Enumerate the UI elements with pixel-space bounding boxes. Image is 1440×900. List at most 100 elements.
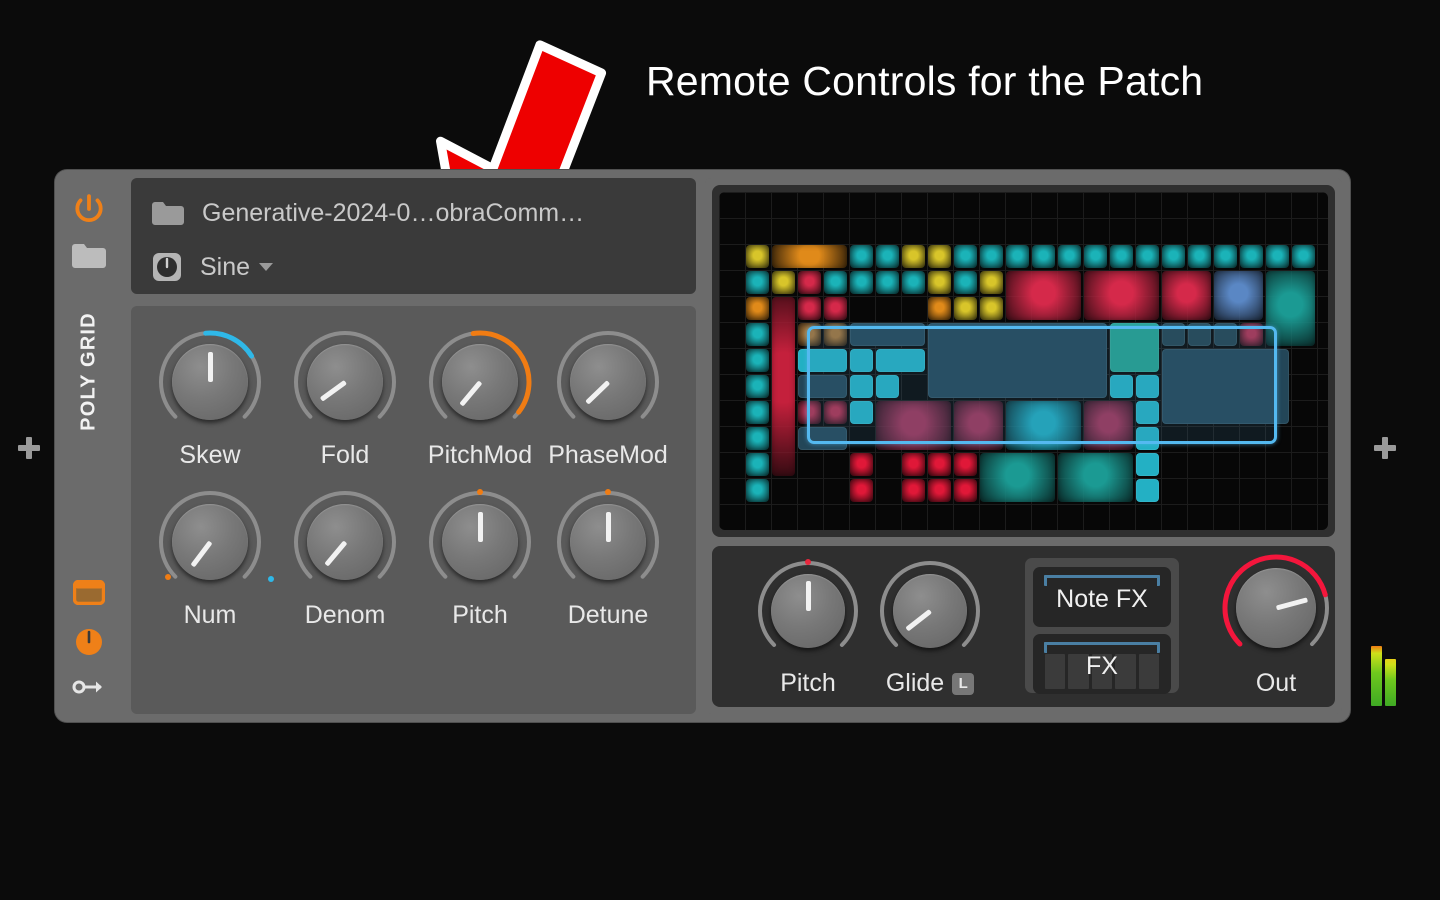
fold-label: Fold xyxy=(320,441,370,469)
detune-knob[interactable] xyxy=(556,489,660,594)
grid-module[interactable] xyxy=(902,245,925,268)
folder-icon[interactable] xyxy=(71,242,107,270)
grid-module[interactable] xyxy=(746,349,769,372)
window-icon[interactable] xyxy=(72,580,105,605)
grid-module[interactable] xyxy=(772,297,795,476)
grid-module[interactable] xyxy=(746,427,769,450)
grid-module[interactable] xyxy=(980,271,1003,294)
grid-module[interactable] xyxy=(902,479,925,502)
add-left-button[interactable] xyxy=(18,437,40,459)
grid-module[interactable] xyxy=(850,479,873,502)
grid-module[interactable] xyxy=(1032,245,1055,268)
grid-module[interactable] xyxy=(1292,245,1315,268)
device-sidebar: POLY GRID xyxy=(55,170,122,722)
fold-control: Fold xyxy=(278,330,412,470)
out-knob[interactable] xyxy=(1222,554,1330,662)
glide-mode-badge[interactable]: L xyxy=(952,673,975,695)
grid-module[interactable] xyxy=(928,245,951,268)
skew-knob[interactable] xyxy=(158,330,262,434)
grid-module[interactable] xyxy=(1136,479,1159,502)
route-icon[interactable] xyxy=(72,678,106,696)
grid-module[interactable] xyxy=(772,245,847,268)
grid-module[interactable] xyxy=(824,271,847,294)
grid-module[interactable] xyxy=(1058,245,1081,268)
grid-module[interactable] xyxy=(746,271,769,294)
grid-module[interactable] xyxy=(746,401,769,424)
grid-module[interactable] xyxy=(746,375,769,398)
grid-module[interactable] xyxy=(928,271,951,294)
note-fx-label: Note FX xyxy=(1056,585,1148,613)
note-fx-button[interactable]: Note FX xyxy=(1033,567,1171,627)
grid-module[interactable] xyxy=(980,453,1055,502)
clock-icon[interactable] xyxy=(75,628,103,656)
grid-module[interactable] xyxy=(1058,453,1133,502)
grid-module[interactable] xyxy=(1240,245,1263,268)
grid-module[interactable] xyxy=(928,453,951,476)
denom-label: Denom xyxy=(304,601,386,629)
grid-module[interactable] xyxy=(954,453,977,476)
phasemod-knob[interactable] xyxy=(556,330,660,434)
grid-module[interactable] xyxy=(1188,245,1211,268)
grid-module[interactable] xyxy=(980,245,1003,268)
fx-group: Note FX FX xyxy=(1025,558,1179,694)
grid-module[interactable] xyxy=(954,271,977,294)
grid-module[interactable] xyxy=(1006,271,1081,320)
grid-module[interactable] xyxy=(1006,245,1029,268)
knob-grid: Skew Fold PitchMod PhaseMod Num Denom Pitch Det… xyxy=(131,306,696,714)
knob-pointer xyxy=(805,581,811,611)
oscillator-row[interactable]: Sine xyxy=(151,251,274,283)
grid-module[interactable] xyxy=(798,271,821,294)
module-grid[interactable] xyxy=(719,192,1328,530)
power-icon[interactable] xyxy=(72,193,106,227)
grid-module[interactable] xyxy=(928,479,951,502)
knob-indicator-dot xyxy=(605,489,611,495)
grid-module[interactable] xyxy=(746,245,769,268)
pitch-knob[interactable] xyxy=(428,489,532,594)
grid-module[interactable] xyxy=(1084,271,1159,320)
screenshot-root: Remote Controls for the Patch POLY GRID xyxy=(0,0,1440,900)
grid-module[interactable] xyxy=(746,453,769,476)
grid-module[interactable] xyxy=(746,323,769,346)
fold-knob[interactable] xyxy=(293,330,397,434)
patch-panel: Pitch Glide L Note FX FX Out xyxy=(705,178,1342,714)
grid-module[interactable] xyxy=(902,453,925,476)
grid-module[interactable] xyxy=(954,297,977,320)
grid-module[interactable] xyxy=(746,479,769,502)
folder-icon xyxy=(152,201,184,225)
grid-module[interactable] xyxy=(928,297,951,320)
grid-module[interactable] xyxy=(1136,453,1159,476)
patch-name-row[interactable]: Generative-2024-0…obraComm… xyxy=(151,199,584,228)
denom-knob[interactable] xyxy=(293,490,397,594)
grid-module[interactable] xyxy=(902,271,925,294)
grid-module[interactable] xyxy=(824,297,847,320)
pitch-knob[interactable] xyxy=(757,559,859,662)
grid-module[interactable] xyxy=(850,245,873,268)
grid-module[interactable] xyxy=(1214,271,1263,320)
grid-module[interactable] xyxy=(1162,245,1185,268)
grid-module[interactable] xyxy=(746,297,769,320)
pitchmod-knob[interactable] xyxy=(428,330,532,434)
selection-rectangle[interactable] xyxy=(807,326,1277,444)
grid-module[interactable] xyxy=(772,271,795,294)
grid-module[interactable] xyxy=(954,479,977,502)
fx-button[interactable]: FX xyxy=(1033,634,1171,694)
grid-module[interactable] xyxy=(850,453,873,476)
grid-module[interactable] xyxy=(980,297,1003,320)
add-right-button[interactable] xyxy=(1374,437,1396,459)
grid-module[interactable] xyxy=(876,245,899,268)
grid-module[interactable] xyxy=(1266,245,1289,268)
phasemod-control: PhaseMod xyxy=(541,330,675,470)
grid-module[interactable] xyxy=(1110,245,1133,268)
num-knob[interactable] xyxy=(158,490,274,594)
grid-module[interactable] xyxy=(1162,271,1211,320)
detune-label: Detune xyxy=(567,601,649,629)
grid-module[interactable] xyxy=(876,271,899,294)
grid-module[interactable] xyxy=(1214,245,1237,268)
grid-module[interactable] xyxy=(1136,245,1159,268)
grid-module[interactable] xyxy=(954,245,977,268)
grid-module[interactable] xyxy=(798,297,821,320)
glide-knob[interactable] xyxy=(879,560,981,662)
grid-module[interactable] xyxy=(850,271,873,294)
grid-module[interactable] xyxy=(1084,245,1107,268)
chevron-down-icon[interactable] xyxy=(259,263,274,271)
